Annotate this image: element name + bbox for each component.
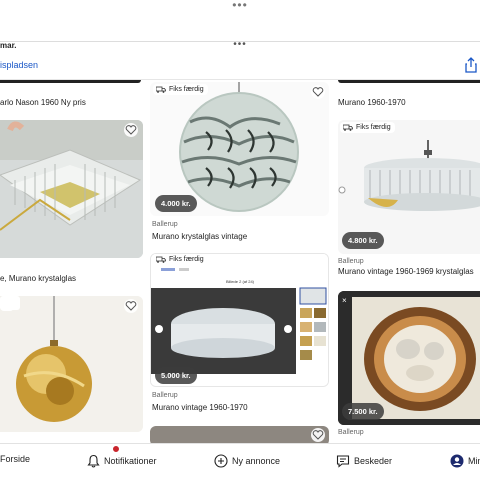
listing-title[interactable]: Murano vintage 1960-1970 <box>152 403 248 412</box>
nav-mine-label: Min <box>468 456 480 466</box>
chat-icon <box>336 454 350 468</box>
listing-location: Ballerup <box>338 429 364 436</box>
tag-partial <box>0 299 14 311</box>
favorite-heart-icon[interactable] <box>124 123 138 137</box>
nav-home[interactable]: Forside <box>0 454 30 464</box>
nav-mine[interactable]: Min <box>450 454 480 468</box>
nav-messages-label: Beskeder <box>354 456 393 466</box>
listing-title[interactable]: Murano vintage 1960-1969 krystalglas <box>338 267 474 276</box>
tag-fiks-faerdig: Fiks færdig <box>153 84 208 95</box>
listing-title[interactable]: Murano 1960-1970 <box>338 98 406 107</box>
listing-image[interactable] <box>338 80 480 83</box>
truck-icon <box>343 124 353 131</box>
tag-label: Fiks færdig <box>169 86 204 93</box>
listing-image[interactable] <box>0 120 143 258</box>
profile-icon <box>450 454 464 468</box>
tag-fiks-faerdig: Fiks færdig <box>153 254 208 265</box>
share-icon[interactable] <box>464 57 478 73</box>
listing-title[interactable]: e, Murano krystalglas <box>0 274 76 283</box>
nav-messages[interactable]: Beskeder <box>336 454 392 468</box>
price-badge: 4.000 kr. <box>155 195 197 212</box>
favorite-heart-icon[interactable] <box>311 85 325 99</box>
plus-circle-icon <box>214 454 228 468</box>
notification-badge <box>112 445 120 453</box>
listing-image[interactable] <box>0 80 141 83</box>
truck-icon <box>156 86 166 93</box>
nav-new-ad[interactable]: Ny annonce <box>214 454 280 468</box>
nav-new-ad-label: Ny annonce <box>232 456 281 466</box>
price-badge: 5.000 kr. <box>155 367 197 384</box>
bell-icon <box>87 454 100 468</box>
listing-location: Ballerup <box>152 392 178 399</box>
listing-title[interactable]: arlo Nason 1960 Ny pris <box>0 98 86 107</box>
tag-label: Fiks færdig <box>169 256 204 263</box>
tag-label: Fiks færdig <box>356 124 391 131</box>
nav-notifications-label: Notifikationer <box>104 456 157 466</box>
svg-text:×: × <box>342 296 347 305</box>
bottom-navigation: Forside Notifikationer Ny annonce Besked… <box>0 443 480 480</box>
price-badge: 4.800 kr. <box>342 232 384 249</box>
app-header: ispladsen <box>0 52 480 80</box>
screenshot-heading: Billede 2 (af 24) <box>226 279 255 284</box>
favorite-heart-icon[interactable] <box>311 428 325 442</box>
back-link[interactable]: ispladsen <box>0 60 38 70</box>
tag-fiks-faerdig: Fiks færdig <box>340 122 395 133</box>
truck-icon <box>156 256 166 263</box>
price-badge: 7.500 kr. <box>342 403 384 420</box>
nav-notifications[interactable]: Notifikationer <box>87 445 157 468</box>
listing-location: Ballerup <box>152 221 178 228</box>
listing-location: Ballerup <box>338 258 364 265</box>
app-drag-handle[interactable]: ••• <box>0 40 480 50</box>
listing-image[interactable] <box>0 296 143 432</box>
listing-title[interactable]: Murano krystalglas vintage <box>152 232 247 241</box>
favorite-heart-icon[interactable] <box>124 299 138 313</box>
nav-home-label: Forside <box>0 454 31 464</box>
window-drag-handle[interactable]: ••• <box>0 0 480 16</box>
